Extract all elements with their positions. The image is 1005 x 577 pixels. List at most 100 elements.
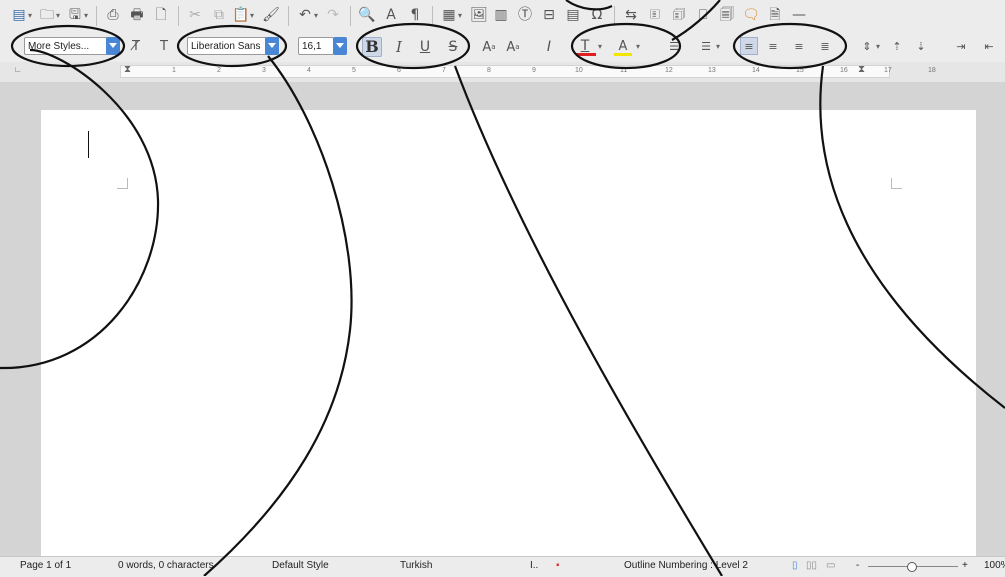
zoom-in-button[interactable]: + [962, 560, 968, 571]
ruler-number: 2 [217, 67, 221, 74]
formatting-marks-icon[interactable]: ¶ [406, 7, 424, 23]
paste-icon[interactable]: 📋 [232, 7, 250, 23]
document-page[interactable] [41, 110, 976, 556]
right-indent-marker-icon[interactable]: ⧗ [858, 64, 865, 75]
strikethrough-button[interactable]: S [444, 37, 462, 57]
track-changes-icon[interactable]: 🗎 [766, 7, 784, 23]
paste-dropdown-icon[interactable]: ▾ [250, 11, 254, 20]
highlight-glyph: A [618, 38, 628, 54]
align-left-button[interactable]: ≡ [740, 37, 758, 55]
text-cursor [88, 131, 89, 158]
page-style[interactable]: Default Style [272, 560, 329, 571]
tab-stop-type-icon[interactable]: ∟ [14, 65, 22, 74]
subscript-button[interactable]: Aa [504, 37, 522, 57]
page-count[interactable]: Page 1 of 1 [20, 560, 71, 571]
zoom-level[interactable]: 100% [984, 560, 1005, 571]
save-dropdown-icon[interactable]: ▾ [84, 11, 88, 20]
bold-button[interactable]: B [362, 37, 382, 57]
line-spacing-dropdown-icon[interactable]: ▾ [876, 42, 880, 51]
new-document-icon[interactable]: ▤ [10, 7, 28, 23]
paragraph-style-value: More Styles... [28, 40, 90, 52]
insert-hyperlink-icon[interactable]: ⇆ [622, 7, 640, 23]
ruler-number: 4 [307, 67, 311, 74]
font-size-combo[interactable]: 16,1 [298, 37, 334, 55]
insert-mode-icon[interactable]: I.. [530, 560, 538, 571]
decrease-paragraph-spacing-icon[interactable]: ⇣ [912, 37, 930, 55]
copy-icon[interactable]: ⧉ [210, 7, 228, 23]
increase-paragraph-spacing-icon[interactable]: ⇡ [888, 37, 906, 55]
clear-direct-formatting-button[interactable]: I [540, 37, 558, 57]
align-right-button[interactable]: ≡ [790, 37, 808, 55]
font-name-dropdown-button[interactable] [265, 37, 279, 55]
insert-page-break-icon[interactable]: ⊟ [540, 7, 558, 23]
left-margin-corner [117, 178, 128, 189]
font-size-dropdown-button[interactable] [333, 37, 347, 55]
special-character-icon[interactable]: Ω [588, 7, 606, 23]
ruler-number: 15 [796, 67, 804, 74]
print-preview-icon[interactable]: 🗋 [152, 7, 170, 23]
language[interactable]: Turkish [400, 560, 432, 571]
zoom-slider-knob[interactable] [907, 562, 917, 572]
ruler-number: 8 [487, 67, 491, 74]
justify-button[interactable]: ≣ [816, 37, 834, 55]
export-pdf-icon[interactable]: ⎙ [104, 7, 122, 23]
italic-button[interactable]: I [390, 37, 408, 57]
bold-glyph: B [365, 37, 379, 56]
highlight-dropdown-icon[interactable]: ▾ [636, 42, 640, 51]
undo-dropdown-icon[interactable]: ▾ [314, 11, 318, 20]
clone-formatting-icon[interactable]: 🖌 [262, 7, 280, 23]
horizontal-ruler[interactable]: ∟ ⧗ ⧗ 1 2 3 4 5 6 7 8 9 10 11 12 13 14 1… [0, 62, 1005, 83]
paragraph-style-dropdown-button[interactable] [106, 37, 120, 55]
ruler-number: 18 [928, 67, 936, 74]
update-style-icon[interactable]: T̸ [128, 36, 144, 56]
cut-icon[interactable]: ✂ [186, 7, 204, 23]
font-color-dropdown-icon[interactable]: ▾ [598, 42, 602, 51]
insert-cross-reference-icon[interactable]: 🗐 [718, 7, 736, 23]
insert-table-icon[interactable]: ▦ [440, 7, 458, 23]
font-color-swatch [576, 53, 596, 56]
increase-indent-icon[interactable]: ⇥ [952, 37, 970, 55]
insert-footnote-icon[interactable]: 🗉 [646, 7, 664, 23]
font-name-combo[interactable]: Liberation Sans [187, 37, 267, 55]
ruler-number: 17 [884, 67, 892, 74]
zoom-out-button[interactable]: - [856, 560, 859, 571]
insert-comment-icon[interactable]: 🗨 [742, 7, 760, 23]
toggle-unordered-list-icon[interactable]: ☰ [666, 38, 682, 54]
align-center-button[interactable]: ≡ [764, 37, 782, 55]
insert-bookmark-icon[interactable]: ⎕ [694, 7, 712, 23]
decrease-indent-icon[interactable]: ⇤ [980, 37, 998, 55]
open-icon[interactable]: 🗀 [38, 7, 56, 23]
line-spacing-icon[interactable]: ⇕ [858, 37, 876, 55]
insert-chart-icon[interactable]: ▥ [492, 7, 510, 23]
insert-text-box-icon[interactable]: Ⓣ [516, 7, 534, 23]
single-page-view-icon[interactable]: ▯ [792, 560, 798, 571]
book-view-icon[interactable]: ▭ [826, 560, 835, 571]
save-icon[interactable]: 🖫 [66, 7, 84, 23]
insert-endnote-icon[interactable]: 🗊 [670, 7, 688, 23]
paragraph-style-combo[interactable]: More Styles... [24, 37, 108, 55]
undo-icon[interactable]: ↶ [296, 7, 314, 23]
multi-page-view-icon[interactable]: ▯▯ [806, 560, 817, 571]
open-dropdown-icon[interactable]: ▾ [56, 11, 60, 20]
separator [614, 6, 615, 26]
table-dropdown-icon[interactable]: ▾ [458, 11, 462, 20]
list-dropdown-icon[interactable]: ▾ [716, 42, 720, 51]
toggle-ordered-list-icon[interactable]: ☰ [698, 38, 714, 54]
spelling-icon[interactable]: A [382, 7, 400, 23]
insert-field-icon[interactable]: ▤ [564, 7, 582, 23]
underline-button[interactable]: U [416, 37, 434, 57]
ruler-number: 3 [262, 67, 266, 74]
superscript-button[interactable]: Aa [480, 37, 498, 57]
new-style-icon[interactable]: T [156, 36, 172, 56]
separator [350, 6, 351, 26]
new-dropdown-icon[interactable]: ▾ [28, 11, 32, 20]
word-count[interactable]: 0 words, 0 characters [118, 560, 214, 571]
ruler-number: 13 [708, 67, 716, 74]
redo-icon[interactable]: ↷ [324, 7, 342, 23]
insert-image-icon[interactable]: 🖼 [470, 7, 488, 23]
insert-line-icon[interactable]: — [790, 7, 808, 23]
indent-marker-icon[interactable]: ⧗ [124, 64, 131, 75]
superscript-glyph: A [482, 39, 492, 55]
find-replace-icon[interactable]: 🔍 [358, 7, 376, 23]
print-icon[interactable]: 🖶 [128, 7, 146, 23]
